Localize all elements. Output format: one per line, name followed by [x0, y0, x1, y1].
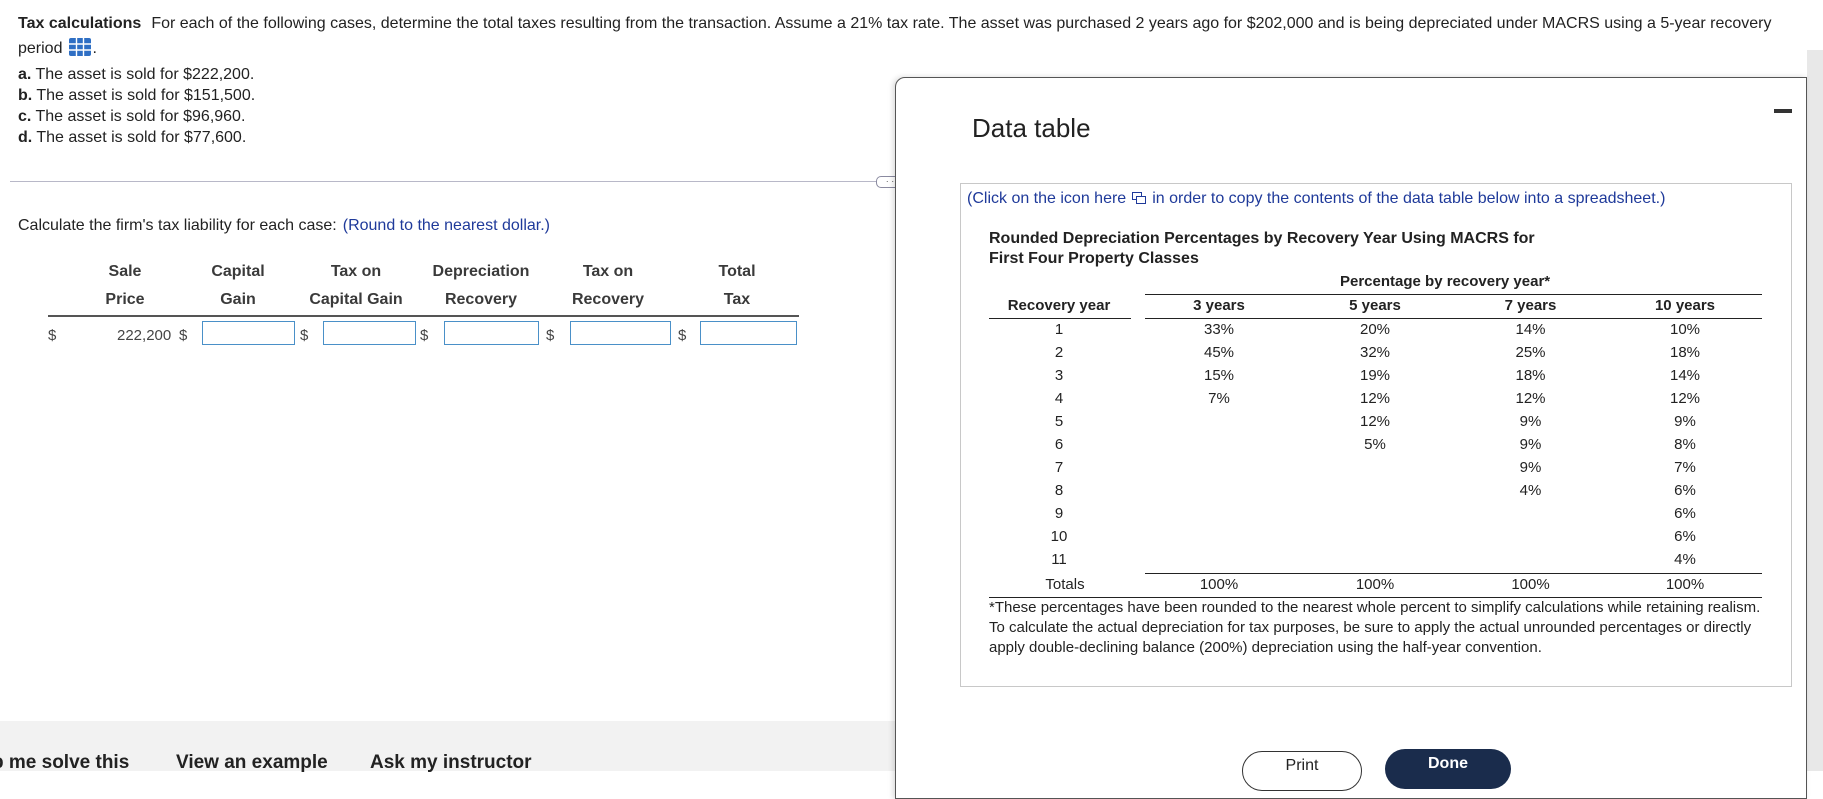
currency-symbol: $	[678, 327, 687, 344]
col-10-years: 10 years	[1654, 297, 1716, 314]
percentage-cell: 14%	[1669, 367, 1701, 384]
case-a: a. The asset is sold for $222,200.	[18, 66, 255, 83]
question-body: For each of the following cases, determi…	[151, 15, 1772, 32]
percentage-cell: 32%	[1359, 344, 1391, 361]
copy-instruction: (Click on the icon here in order to copy …	[967, 190, 1666, 207]
currency-symbol: $	[179, 327, 188, 344]
page-scrollbar[interactable]	[1807, 50, 1823, 771]
percentage-cell: 7%	[1208, 390, 1230, 407]
percentage-cell: 33%	[1203, 321, 1235, 338]
case-d: d. The asset is sold for $77,600.	[18, 129, 247, 146]
percentage-header: Percentage by recovery year*	[1340, 273, 1551, 290]
percentage-cell: 18%	[1669, 344, 1701, 361]
totals-label: Totals	[1045, 576, 1085, 593]
tax-capital-gain-input[interactable]	[323, 321, 416, 345]
percentage-cell: 9%	[1519, 459, 1542, 476]
percentage-cell: 12%	[1515, 390, 1546, 407]
section-divider	[10, 181, 890, 182]
question-body-cont: period	[18, 40, 63, 57]
percentage-cell: 4%	[1519, 482, 1542, 499]
percentage-cell: 6%	[1674, 505, 1696, 522]
percentage-cell: 7%	[1674, 459, 1696, 476]
percentage-cell: 6%	[1674, 482, 1696, 499]
col-7-years: 7 years	[1504, 297, 1557, 314]
data-table-grid-icon[interactable]	[68, 37, 92, 57]
question-text: Tax calculations For each of the followin…	[18, 15, 1772, 57]
calc-prompt: Calculate the firm's tax liability for e…	[18, 217, 550, 234]
case-c: c. The asset is sold for $96,960.	[18, 108, 246, 125]
currency-symbol: $	[420, 327, 429, 344]
done-button[interactable]: Done	[1385, 749, 1511, 789]
currency-symbol: $	[300, 327, 309, 344]
percentage-cell: 6%	[1674, 528, 1696, 545]
header-rule	[48, 315, 799, 317]
percentage-cell: 9%	[1674, 413, 1696, 430]
header-sale-price: Sale Price	[105, 263, 145, 308]
total-10-years: 100%	[1665, 576, 1705, 593]
round-hint: (Round to the nearest dollar.)	[342, 217, 550, 234]
percentage-cell: 19%	[1359, 367, 1391, 384]
capital-gain-input[interactable]	[202, 321, 295, 345]
recovery-year-cell: 4	[1054, 390, 1064, 407]
percentage-cell: 45%	[1203, 344, 1235, 361]
recovery-year-cell: 7	[1054, 459, 1064, 476]
header-tax-capital-gain: Tax on Capital Gain	[309, 263, 403, 308]
case-b: b. The asset is sold for $151,500.	[18, 87, 256, 104]
total-3-years: 100%	[1199, 576, 1239, 593]
print-button[interactable]: Print	[1242, 751, 1362, 791]
header-total-tax: Total Tax	[718, 263, 756, 308]
totals-rule	[1145, 573, 1762, 574]
col-5-years: 5 years	[1349, 297, 1401, 314]
header-rule-pct	[1145, 318, 1762, 319]
currency-symbol: $	[48, 327, 57, 344]
depreciation-recovery-input[interactable]	[444, 321, 539, 345]
percentage-cell: 12%	[1359, 390, 1391, 407]
percentage-cell: 10%	[1669, 321, 1701, 338]
question-label: Tax calculations	[18, 15, 142, 32]
case-list: a. The asset is sold for $222,200. b. Th…	[18, 64, 255, 148]
percentage-cell: 14%	[1515, 321, 1546, 338]
recovery-year-cell: 11	[1051, 551, 1067, 568]
recovery-year-cell: 6	[1054, 436, 1064, 453]
recovery-year-cell: 3	[1054, 367, 1064, 384]
col-3-years: 3 years	[1193, 297, 1245, 314]
recovery-year-cell: 1	[1054, 321, 1064, 338]
recovery-year-cell: 5	[1054, 413, 1064, 430]
recovery-year-cell: 10	[1050, 528, 1068, 545]
percentage-cell: 9%	[1519, 413, 1542, 430]
col-recovery-year: Recovery year	[1007, 297, 1111, 314]
header-rule-year	[989, 318, 1131, 319]
total-5-years: 100%	[1355, 576, 1395, 593]
percentage-cell: 5%	[1364, 436, 1386, 453]
table-footnote: *These percentages have been rounded to …	[989, 599, 1761, 656]
header-tax-recovery: Tax on Recovery	[571, 263, 645, 308]
currency-symbol: $	[546, 327, 555, 344]
total-7-years: 100%	[1511, 576, 1550, 593]
modal-title: Data table	[972, 113, 1091, 143]
tax-recovery-input[interactable]	[570, 321, 671, 345]
percentage-cell: 12%	[1359, 413, 1391, 430]
table-rule-top	[1145, 294, 1762, 295]
percentage-cell: 12%	[1669, 390, 1701, 407]
recovery-year-cell: 8	[1054, 482, 1064, 499]
copy-spreadsheet-icon[interactable]	[1132, 191, 1147, 204]
minimize-icon[interactable]	[1774, 109, 1792, 113]
total-tax-input[interactable]	[700, 321, 797, 345]
percentage-cell: 25%	[1515, 344, 1546, 361]
sale-price-value: 222,200	[117, 327, 172, 344]
header-depreciation-recovery: Depreciation Recovery	[432, 263, 530, 308]
percentage-cell: 9%	[1519, 436, 1542, 453]
percentage-cell: 4%	[1674, 551, 1696, 568]
percentage-cell: 15%	[1203, 367, 1235, 384]
percentage-cell: 18%	[1515, 367, 1546, 384]
percentage-cell: 20%	[1359, 321, 1391, 338]
recovery-year-cell: 2	[1054, 344, 1064, 361]
table-title: Rounded Depreciation Percentages by Reco…	[989, 230, 1535, 267]
percentage-cell: 8%	[1674, 436, 1696, 453]
header-capital-gain: Capital Gain	[211, 263, 265, 308]
recovery-year-cell: 9	[1054, 505, 1064, 522]
